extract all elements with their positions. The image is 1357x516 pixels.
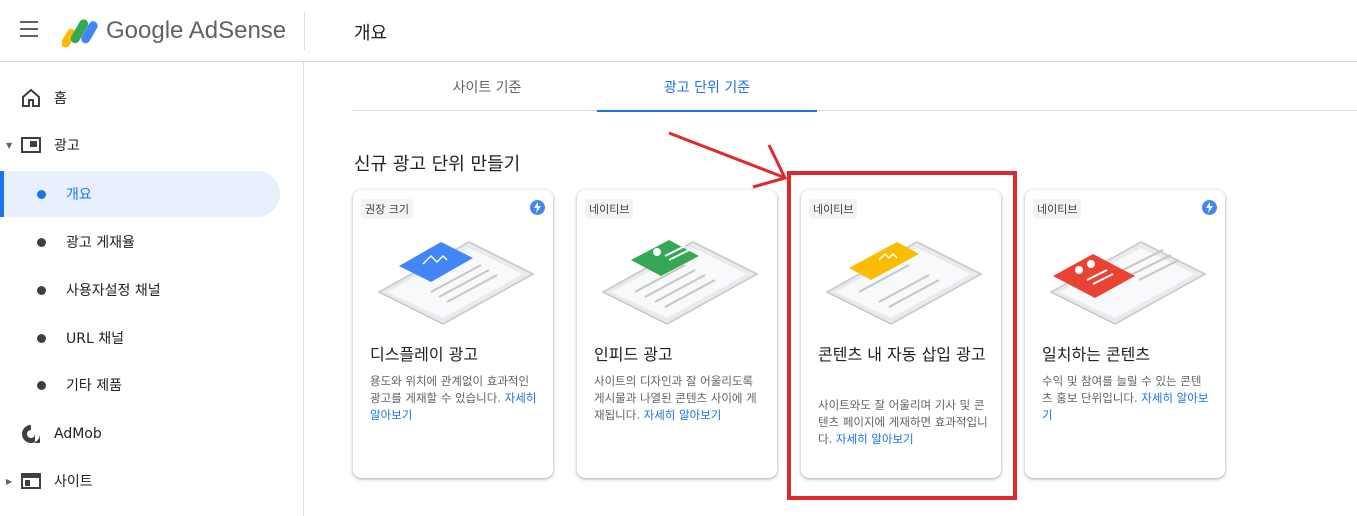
card-description: 사이트의 디자인과 잘 어울리도록 게시물과 나열된 콘텐츠 사이에 게재됩니다… bbox=[594, 373, 764, 424]
card-badge: 권장 크기 bbox=[361, 199, 413, 219]
sidebar-item-label: 사용자설정 채널 bbox=[66, 283, 161, 299]
in-feed-ad-illustration bbox=[601, 240, 759, 325]
bullet-icon bbox=[37, 189, 46, 199]
card-title: 일치하는 콘텐츠 bbox=[1042, 345, 1151, 364]
caret-down-icon[interactable]: ▼ bbox=[6, 141, 12, 150]
sidebar-item-overview[interactable]: 개요 bbox=[0, 171, 280, 217]
ad-unit-card-in-feed[interactable]: 네이티브 인피드 광고 사이트의 디자인과 잘 어울리도록 게시물과 나열된 콘… bbox=[577, 190, 777, 478]
arrow-annotation-icon bbox=[668, 131, 788, 189]
card-badge: 네이티브 bbox=[1033, 199, 1082, 219]
matched-content-illustration bbox=[1049, 241, 1207, 325]
learn-more-link[interactable]: 자세히 알아보기 bbox=[644, 408, 722, 422]
bullet-icon bbox=[37, 380, 46, 390]
card-badge: 네이티브 bbox=[585, 199, 634, 219]
bullet-icon bbox=[37, 285, 46, 295]
card-description: 수익 및 참여를 늘릴 수 있는 콘텐츠 홍보 단위입니다. 자세히 알아보기 bbox=[1042, 373, 1212, 424]
card-description: 용도와 위치에 관계없이 효과적인 광고를 게재할 수 있습니다. 자세히 알아… bbox=[370, 373, 540, 424]
sidebar-item-label: 개요 bbox=[66, 187, 92, 203]
card-title: 인피드 광고 bbox=[594, 345, 673, 364]
sidebar: 홈 ▼ 광고 개요 광고 게재율 사용자설정 채널 URL 채널 기타 제품 A… bbox=[0, 62, 304, 516]
admob-icon bbox=[20, 423, 42, 445]
brand-name: Google AdSense bbox=[106, 17, 287, 44]
bolt-icon bbox=[1202, 200, 1217, 215]
bolt-icon bbox=[530, 200, 545, 215]
sidebar-item-home[interactable]: 홈 bbox=[0, 75, 280, 121]
tab-by-site[interactable]: 사이트 기준 bbox=[377, 63, 597, 111]
bullet-icon bbox=[37, 237, 46, 247]
page-title: 개요 bbox=[354, 23, 388, 44]
section-title: 신규 광고 단위 만들기 bbox=[354, 154, 521, 175]
ad-unit-card-matched-content[interactable]: 네이티브 일치하는 콘텐츠 수익 및 참여를 늘릴 수 있는 콘텐츠 홍보 단위… bbox=[1025, 190, 1225, 478]
menu-icon[interactable] bbox=[20, 21, 42, 41]
ads-icon bbox=[20, 134, 42, 156]
sidebar-item-url-channels[interactable]: URL 채널 bbox=[0, 315, 280, 361]
sidebar-item-custom-channels[interactable]: 사용자설정 채널 bbox=[0, 267, 280, 313]
sites-icon bbox=[20, 470, 42, 492]
sidebar-item-ads[interactable]: ▼ 광고 bbox=[0, 122, 280, 168]
display-ad-illustration bbox=[377, 241, 535, 325]
sidebar-item-label: 광고 bbox=[54, 138, 80, 154]
card-title: 디스플레이 광고 bbox=[370, 345, 479, 364]
sidebar-item-label: 홈 bbox=[54, 91, 67, 107]
home-icon bbox=[20, 87, 42, 109]
top-app-bar: Google AdSense 개요 bbox=[0, 0, 1357, 62]
highlight-frame bbox=[787, 171, 1017, 500]
ad-unit-card-display[interactable]: 권장 크기 디스플레이 광고 용도와 위치에 관계없이 효과적인 광고를 게재할… bbox=[353, 190, 553, 478]
sidebar-item-other-products[interactable]: 기타 제품 bbox=[0, 362, 280, 408]
caret-right-icon[interactable]: ▶ bbox=[6, 477, 12, 486]
tab-bar: 사이트 기준 광고 단위 기준 bbox=[352, 63, 1357, 112]
sidebar-item-label: AdMob bbox=[54, 426, 102, 442]
sidebar-item-label: 광고 게재율 bbox=[66, 235, 135, 251]
header-divider bbox=[304, 12, 305, 50]
adsense-logo-icon bbox=[62, 19, 98, 48]
sidebar-item-admob[interactable]: AdMob bbox=[0, 411, 280, 457]
sidebar-item-sites[interactable]: ▶ 사이트 bbox=[0, 458, 280, 504]
active-indicator bbox=[0, 171, 4, 217]
sidebar-item-ad-coverage[interactable]: 광고 게재율 bbox=[0, 219, 280, 265]
sidebar-item-label: 기타 제품 bbox=[66, 378, 122, 394]
sidebar-item-label: 사이트 bbox=[54, 474, 93, 490]
sidebar-item-label: URL 채널 bbox=[66, 331, 124, 347]
tab-by-ad-unit[interactable]: 광고 단위 기준 bbox=[597, 63, 817, 112]
bullet-icon bbox=[37, 333, 46, 343]
